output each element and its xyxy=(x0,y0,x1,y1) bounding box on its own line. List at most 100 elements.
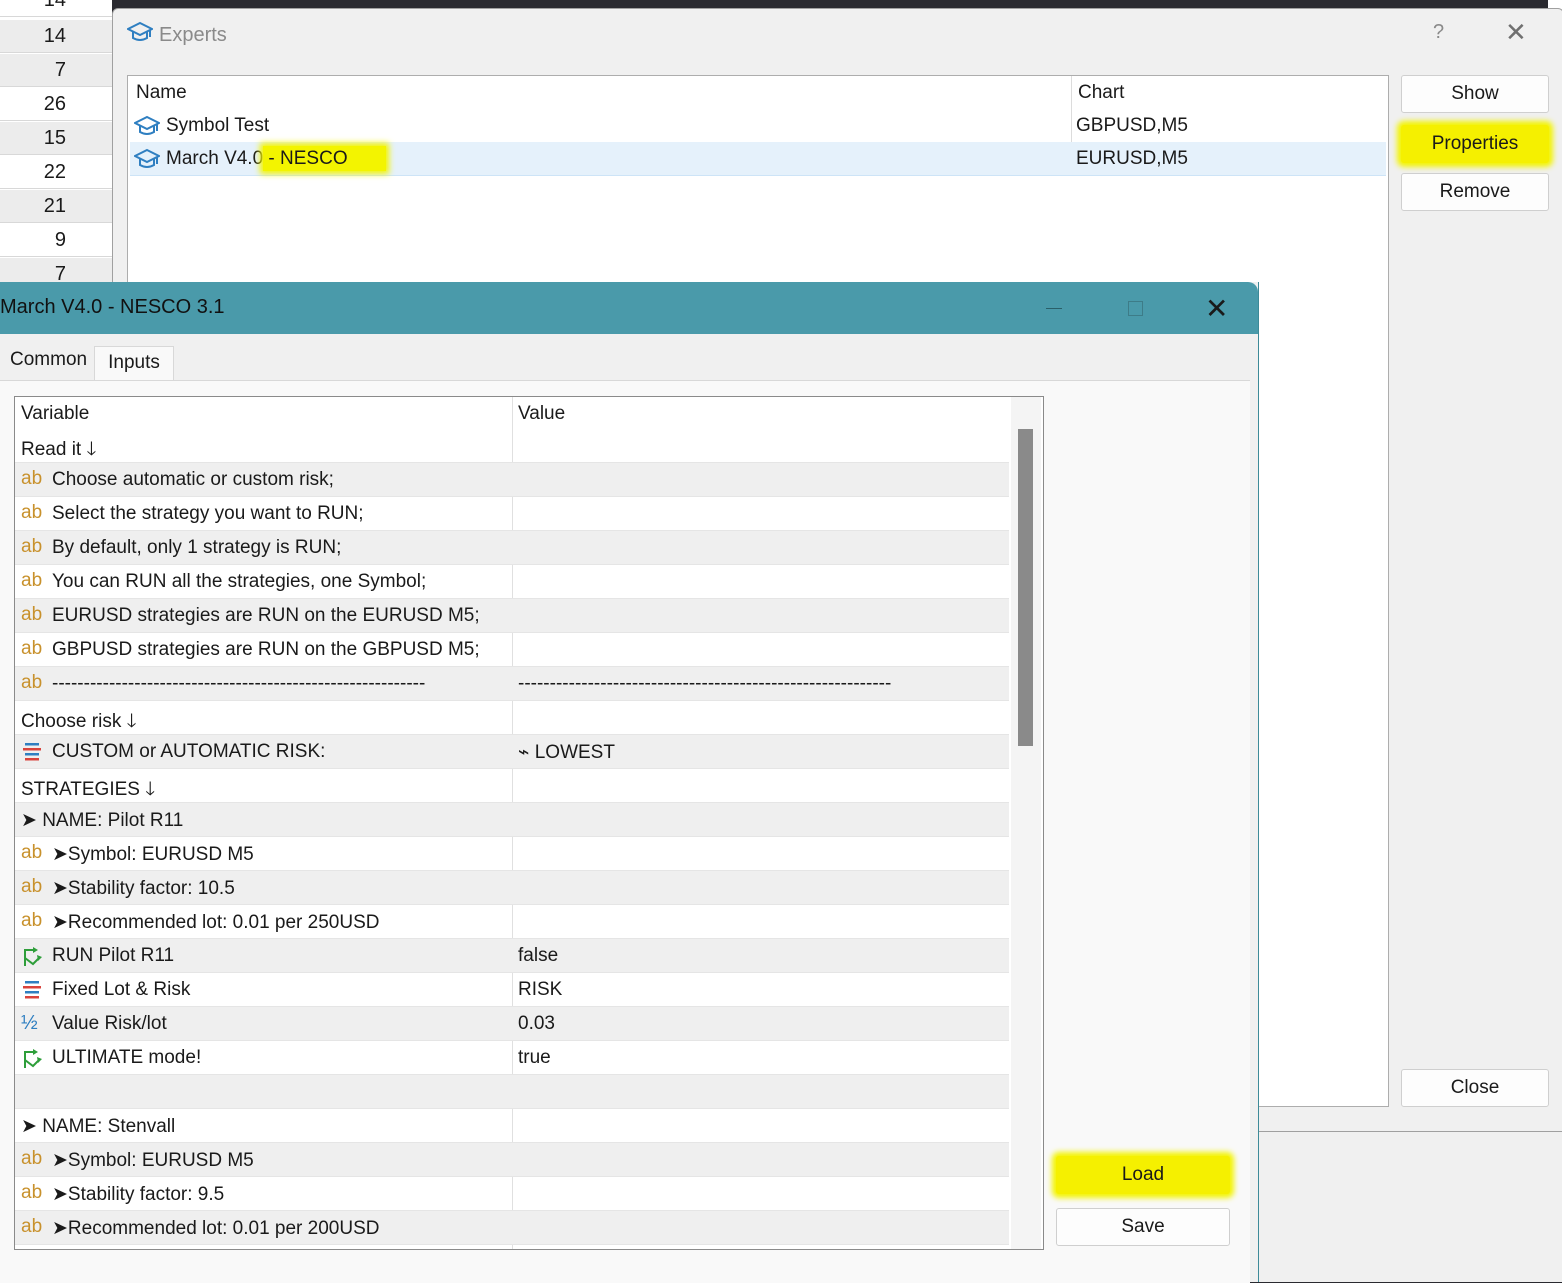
input-row[interactable]: ULTIMATE mode! true xyxy=(15,1041,1009,1075)
save-button[interactable]: Save xyxy=(1056,1208,1230,1246)
input-variable: ➤Recommended lot: 0.01 per 250USD xyxy=(52,912,380,933)
input-row[interactable]: STRATEGIES 🡓 xyxy=(15,769,1009,803)
input-value[interactable]: 0.03 xyxy=(518,1013,555,1035)
input-variable: Select the strategy you want to RUN; xyxy=(52,503,364,524)
input-row[interactable]: ab ➤Stability factor: 10.5 xyxy=(15,871,1009,905)
expert-row-selected[interactable]: March V4.0 - NESCO EURUSD,M5 xyxy=(130,142,1386,176)
input-value[interactable]: ----------------------------------------… xyxy=(518,673,891,695)
input-row[interactable]: ➤ NAME: Stenvall xyxy=(15,1109,1009,1143)
input-row[interactable]: Fixed Lot & Risk RISK xyxy=(15,973,1009,1007)
tab-common[interactable]: Common xyxy=(0,344,92,376)
bool-arrow-icon xyxy=(21,944,45,968)
input-variable: ----------------------------------------… xyxy=(52,673,426,694)
enum-list-icon xyxy=(21,740,45,764)
bg-number: 14 xyxy=(0,20,112,53)
close-icon[interactable]: ✕ xyxy=(1505,17,1527,48)
input-variable: ➤Stability factor: 10.5 xyxy=(52,878,235,899)
close-icon[interactable]: ✕ xyxy=(1205,292,1228,325)
ab-string-icon: ab xyxy=(21,842,43,863)
bool-arrow-icon xyxy=(21,1046,45,1070)
input-row[interactable]: ab --------------------------------------… xyxy=(15,667,1009,701)
column-header-name[interactable]: Name xyxy=(136,82,187,104)
input-row[interactable]: ab GBPUSD strategies are RUN on the GBPUS… xyxy=(15,633,1009,667)
properties-dialog: March V4.0 - NESCO 3.1 ✕ Common Inputs V… xyxy=(0,282,1259,1283)
ab-string-icon: ab xyxy=(21,638,43,659)
help-button[interactable]: ? xyxy=(1433,21,1444,44)
minimize-icon[interactable] xyxy=(1046,308,1062,309)
experts-title: Experts xyxy=(125,21,227,51)
input-variable: ➤Stability factor: 9.5 xyxy=(52,1184,225,1205)
ab-string-icon: ab xyxy=(21,468,43,489)
input-row[interactable]: ab ➤Symbol: EURUSD M5 xyxy=(15,837,1009,871)
input-row[interactable]: ab ➤Symbol: EURUSD M5 xyxy=(15,1143,1009,1177)
expert-row[interactable]: Symbol Test GBPUSD,M5 xyxy=(130,109,1386,143)
input-variable: Choose automatic or custom risk; xyxy=(52,469,334,490)
expert-chart: EURUSD,M5 xyxy=(1076,148,1188,169)
input-variable: CUSTOM or AUTOMATIC RISK: xyxy=(52,741,326,762)
inputs-grid: Variable Value Read it 🡓 ab Choose automat… xyxy=(14,396,1044,1250)
show-button[interactable]: Show xyxy=(1401,75,1549,113)
bg-number: 21 xyxy=(0,190,112,223)
input-variable: By default, only 1 strategy is RUN; xyxy=(52,537,342,558)
input-variable: ➤Symbol: EURUSD M5 xyxy=(52,844,254,865)
input-row[interactable]: Read it 🡓 xyxy=(15,429,1009,463)
ab-string-icon: ab xyxy=(21,876,43,897)
bg-number: 14 xyxy=(0,0,112,17)
experts-title-text: Experts xyxy=(159,23,227,46)
input-row[interactable]: ab ➤Stability factor: 9.5 xyxy=(15,1177,1009,1211)
maximize-icon[interactable] xyxy=(1128,301,1143,316)
load-button[interactable]: Load xyxy=(1056,1156,1230,1194)
experts-list-header: Name Chart xyxy=(128,76,1386,108)
input-row[interactable]: CUSTOM or AUTOMATIC RISK: ⌁ LOWEST xyxy=(15,735,1009,769)
input-row[interactable]: ab Choose automatic or custom risk; xyxy=(15,463,1009,497)
input-value[interactable]: RISK xyxy=(518,979,562,1001)
input-row[interactable]: ab You can RUN all the strategies, one Sy… xyxy=(15,565,1009,599)
input-value[interactable]: false xyxy=(518,945,558,967)
expert-name-prefix: March V4.0 xyxy=(166,148,264,169)
ab-string-icon: ab xyxy=(21,604,43,625)
input-row[interactable]: RUN Pilot R11 false xyxy=(15,939,1009,973)
ab-string-icon: ab xyxy=(21,570,43,591)
ab-string-icon: ab xyxy=(21,1148,43,1169)
input-row[interactable] xyxy=(15,1075,1009,1109)
enum-list-icon xyxy=(21,978,45,1002)
ab-string-icon: ab xyxy=(21,672,43,693)
input-variable: ➤Recommended lot: 0.01 per 200USD xyxy=(52,1218,380,1239)
bg-number: 15 xyxy=(0,122,112,155)
input-variable: ➤ NAME: Pilot R11 xyxy=(21,810,184,831)
input-value[interactable]: true xyxy=(518,1047,551,1069)
expert-name: Symbol Test xyxy=(166,115,270,136)
bg-number: 9 xyxy=(0,224,112,257)
close-button[interactable]: Close xyxy=(1401,1069,1549,1107)
ab-string-icon: ab xyxy=(21,536,43,557)
input-row[interactable]: ab ➤Recommended lot: 0.01 per 200USD xyxy=(15,1211,1009,1245)
properties-button[interactable]: Properties xyxy=(1401,125,1549,163)
input-row[interactable]: ab Select the strategy you want to RUN; xyxy=(15,497,1009,531)
input-variable: GBPUSD strategies are RUN on the GBPUSD … xyxy=(52,639,480,660)
column-header-chart[interactable]: Chart xyxy=(1078,82,1124,104)
input-row[interactable]: ab ➤Recommended lot: 0.01 per 250USD xyxy=(15,905,1009,939)
input-value[interactable]: ⌁ LOWEST xyxy=(518,741,615,764)
input-variable: ULTIMATE mode! xyxy=(52,1047,202,1068)
input-row[interactable]: ➤ NAME: Pilot R11 xyxy=(15,803,1009,837)
bg-number: 22 xyxy=(0,156,112,189)
fraction-icon: ½ xyxy=(21,1012,38,1034)
column-header-value[interactable]: Value xyxy=(518,403,565,425)
input-variable: RUN Pilot R11 xyxy=(52,945,175,966)
input-variable: ➤ NAME: Stenvall xyxy=(21,1116,176,1137)
expert-name-highlight: - NESCO xyxy=(263,146,386,171)
input-variable: Value Risk/lot xyxy=(52,1013,167,1034)
ab-string-icon: ab xyxy=(21,910,43,931)
input-row[interactable]: ab By default, only 1 strategy is RUN; xyxy=(15,531,1009,565)
remove-button[interactable]: Remove xyxy=(1401,173,1549,211)
bg-number: 26 xyxy=(0,88,112,121)
background-bottom-panel xyxy=(1256,1130,1562,1282)
input-row[interactable]: Choose risk 🡓 xyxy=(15,701,1009,735)
graduation-cap-icon xyxy=(132,148,162,176)
expert-name: March V4.0 - NESCO xyxy=(166,146,386,171)
scrollbar-thumb[interactable] xyxy=(1018,429,1033,746)
column-header-variable[interactable]: Variable xyxy=(21,403,89,425)
tab-inputs[interactable]: Inputs xyxy=(94,346,174,381)
input-row[interactable]: ab EURUSD strategies are RUN on the EURUS… xyxy=(15,599,1009,633)
input-row[interactable]: ½ Value Risk/lot 0.03 xyxy=(15,1007,1009,1041)
